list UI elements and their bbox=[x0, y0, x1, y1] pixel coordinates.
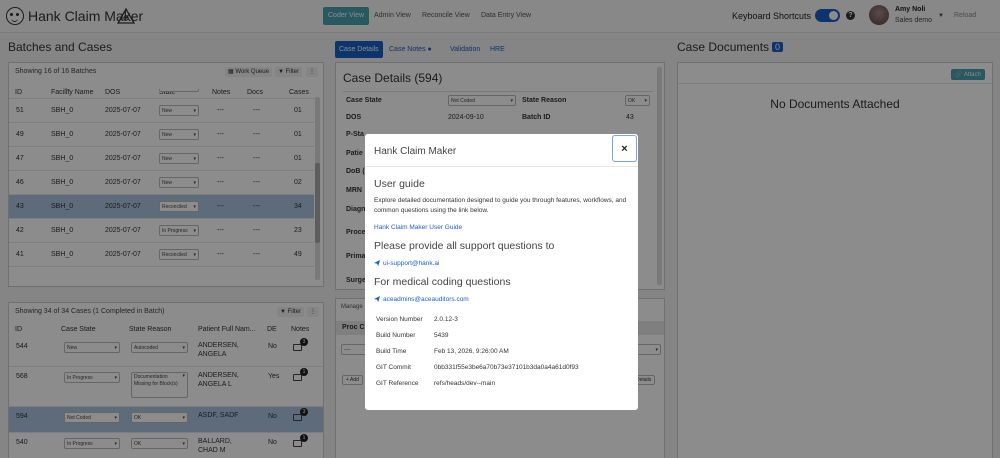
version-label: Build Number bbox=[376, 332, 416, 339]
version-value: 2.0.12-3 bbox=[434, 316, 458, 323]
user-guide-link[interactable]: Hank Claim Maker User Guide bbox=[374, 224, 462, 231]
user-guide-heading: User guide bbox=[374, 178, 425, 190]
coding-heading: For medical coding questions bbox=[374, 276, 511, 288]
version-label: GIT Commit bbox=[376, 364, 411, 371]
version-value: 0bb331f55e3be6a70b73e37101b3da0a4a61d0f9… bbox=[434, 364, 579, 371]
send-icon bbox=[374, 260, 380, 266]
version-label: GIT Reference bbox=[376, 380, 419, 387]
modal-title: Hank Claim Maker bbox=[374, 146, 457, 157]
send-icon bbox=[374, 296, 380, 302]
version-label: Version Number bbox=[376, 316, 423, 323]
version-label: Build Time bbox=[376, 348, 407, 355]
support-heading: Please provide all support questions to bbox=[374, 240, 555, 252]
close-button[interactable]: × bbox=[612, 135, 637, 162]
version-value: refs/heads/dev--main bbox=[434, 380, 496, 387]
version-value: Feb 13, 2026, 9:26:00 AM bbox=[434, 348, 509, 355]
about-modal: Hank Claim Maker × User guide Explore de… bbox=[365, 134, 638, 410]
support-email-link[interactable]: ui-support@hank.ai bbox=[374, 260, 439, 267]
version-value: 5439 bbox=[434, 332, 449, 339]
user-guide-text: Explore detailed documentation designed … bbox=[374, 197, 627, 214]
coding-email-link[interactable]: aceadmins@aceauditors.com bbox=[374, 296, 469, 303]
